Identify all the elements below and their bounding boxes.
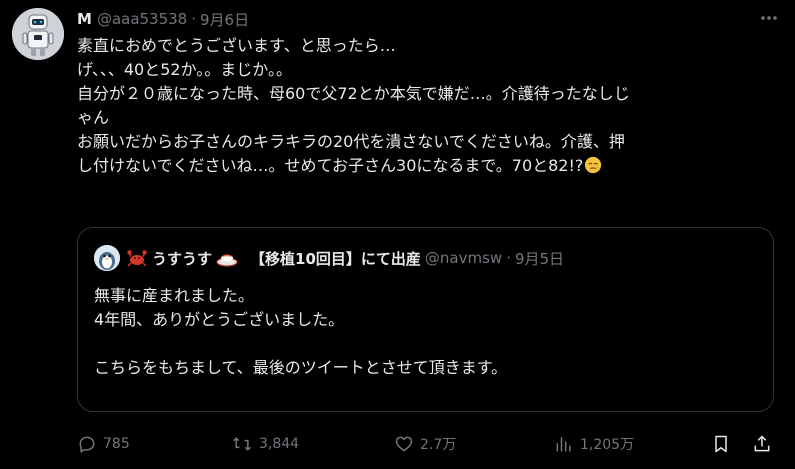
quoted-tweet-header: うすうす 【移植10回目】にて出産 @navmsw · 9月5日 [94, 244, 564, 272]
header-separator: · [191, 10, 197, 28]
quoted-line: こちらをもちまして、最後のツイートとさせて頂きます。 [94, 358, 508, 377]
quoted-line: 4年間、ありがとうございました。 [94, 310, 345, 329]
quoted-tweet[interactable]: うすうす 【移植10回目】にて出産 @navmsw · 9月5日 無事に産まれま… [77, 227, 774, 412]
quoted-line [94, 332, 754, 356]
tweet-line: お願いだからお子さんのキラキラの20代を潰さないでくださいね。介護、押 [77, 132, 625, 151]
like-button[interactable]: 2.7万 [394, 430, 456, 458]
share-icon [754, 435, 770, 452]
quoted-author-handle[interactable]: @navmsw [425, 249, 502, 267]
tweet-line: 素直におめでとうございます、と思ったら… [77, 36, 396, 55]
author-display-name[interactable]: M [77, 10, 92, 28]
repost-button[interactable]: 3,844 [231, 430, 299, 458]
tweet-text: 素直におめでとうございます、と思ったら… げ、、、40と52か。。まじか。。 自… [77, 34, 777, 178]
quoted-header-separator: · [506, 249, 511, 267]
more-horizontal-icon [761, 16, 777, 20]
bookmark-icon [715, 435, 727, 453]
reply-button[interactable]: 785 [77, 430, 130, 458]
tweet-line: ゃん [77, 108, 110, 127]
action-bar: 785 3,844 2.7万 1,205万 [77, 430, 777, 458]
quoted-avatar [94, 245, 120, 271]
heart-icon [395, 436, 413, 452]
bookmark-button[interactable] [711, 430, 737, 458]
quoted-author-title[interactable]: 【移植10回目】にて出産 [250, 248, 421, 269]
reply-count: 785 [103, 436, 130, 452]
quoted-tweet-text: 無事に産まれました。 4年間、ありがとうございました。 こちらをもちまして、最後… [94, 284, 754, 380]
sushi-plate-emoji-icon [216, 254, 238, 267]
views-button[interactable]: 1,205万 [554, 430, 634, 458]
more-options-button[interactable] [757, 8, 781, 28]
analytics-icon [556, 437, 571, 452]
tweet-header: M @aaa53538 · 9月6日 [77, 8, 249, 30]
share-button[interactable] [752, 430, 778, 458]
tweet-date[interactable]: 9月6日 [200, 9, 249, 30]
tweet-line: げ、、、40と52か。。まじか。。 [77, 60, 292, 79]
repost-count: 3,844 [259, 436, 300, 452]
crab-emoji-icon [127, 250, 147, 267]
quoted-tweet-date[interactable]: 9月5日 [515, 248, 564, 269]
repost-icon [233, 437, 251, 451]
author-handle[interactable]: @aaa53538 [97, 10, 187, 28]
views-count: 1,205万 [580, 437, 635, 453]
tweet-line: 自分が２０歳になった時、母60で父72とか本気で嫌だ…。介護待ったなしじ [77, 84, 630, 103]
robot-avatar-icon [12, 8, 64, 60]
reply-icon [79, 436, 95, 453]
sleepy-face-emoji-icon [585, 156, 602, 174]
tweet[interactable]: M @aaa53538 · 9月6日 素直におめでとうございます、と思ったら… … [0, 0, 795, 469]
tweet-line-last: し付けないでくださいね…。せめてお子さん30になるまで。70と82!? [77, 154, 777, 178]
penguin-avatar-icon [94, 245, 120, 271]
quoted-author-name[interactable]: うすうす [152, 248, 212, 269]
like-count: 2.7万 [420, 437, 457, 453]
avatar[interactable] [12, 8, 64, 60]
tweet-line: し付けないでくださいね…。せめてお子さん30になるまで。70と82!? [77, 156, 584, 175]
quoted-line: 無事に産まれました。 [94, 286, 255, 305]
